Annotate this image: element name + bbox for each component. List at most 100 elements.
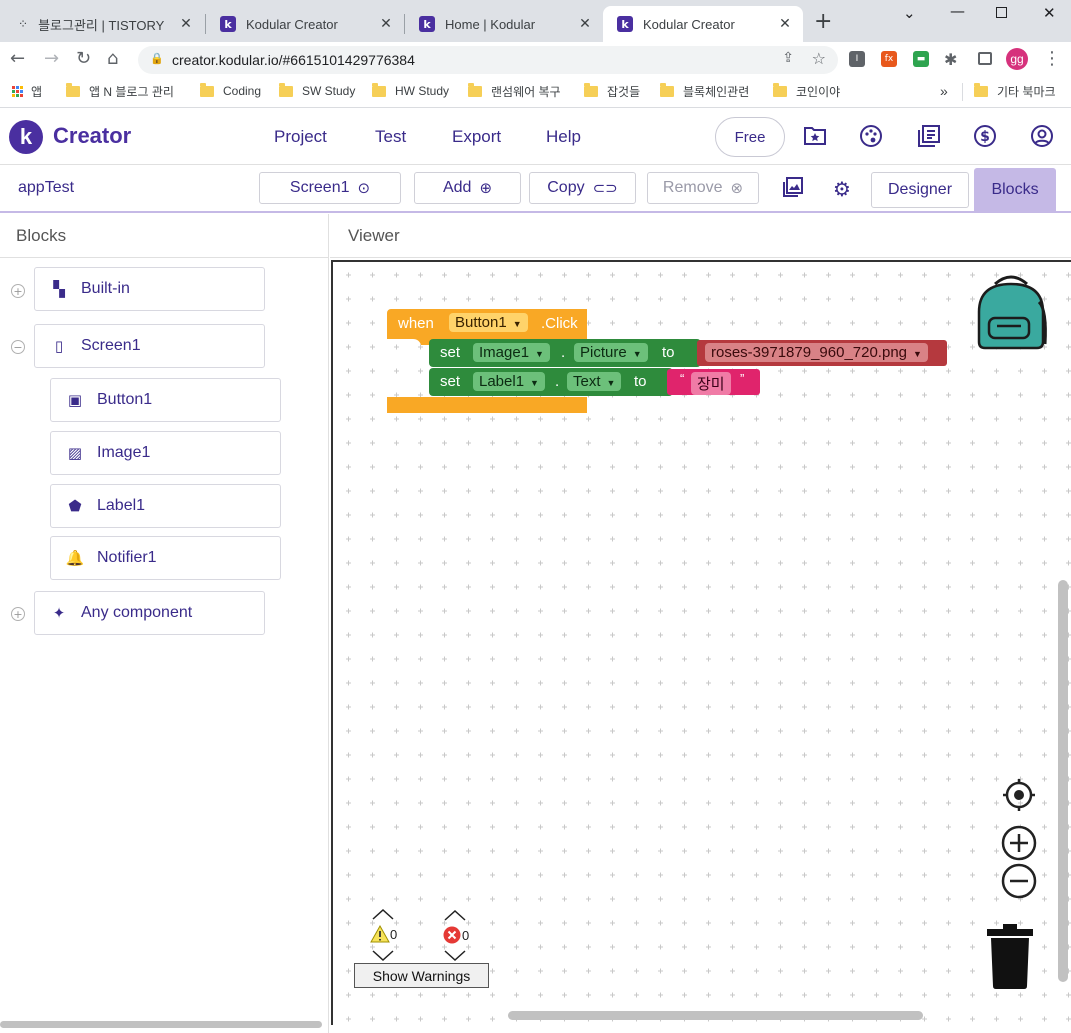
extension-icon[interactable]: ▬ [913, 51, 929, 67]
dropdown-arrow-icon: ▼ [913, 349, 922, 359]
recenter-icon[interactable] [1002, 778, 1036, 812]
share-icon[interactable]: ⇪ [782, 50, 794, 66]
close-icon[interactable]: ✕ [378, 16, 394, 32]
home-icon[interactable]: ⌂ [107, 48, 118, 69]
expand-icon[interactable]: + [11, 284, 25, 298]
menu-export[interactable]: Export [452, 127, 501, 147]
tree-item-built-in[interactable]: ▚ Built-in [34, 267, 265, 311]
profile-avatar[interactable]: gg [1006, 48, 1028, 70]
tree-item-any-component[interactable]: ✦ Any component [34, 591, 265, 635]
event-component-dropdown[interactable]: Button1 ▼ [449, 313, 528, 332]
account-icon[interactable] [1030, 124, 1054, 154]
add-screen-button[interactable]: Add ⊕ [414, 172, 521, 204]
bookmarks-overflow[interactable]: » [940, 81, 948, 101]
gear-icon[interactable]: ⚙ [833, 177, 851, 201]
screen-select[interactable]: Screen1 ⊙ [259, 172, 401, 204]
new-tab-button[interactable]: + [814, 9, 832, 34]
bookmark-star-icon[interactable]: ☆ [812, 49, 826, 68]
bookmark-folder[interactable]: Coding [200, 81, 261, 101]
bookmark-folder[interactable]: SW Study [279, 81, 355, 101]
maximize-icon[interactable] [996, 7, 1007, 18]
setter-property-dropdown[interactable]: Text ▼ [567, 372, 622, 391]
zoom-out-icon[interactable] [1000, 862, 1038, 900]
backpack-icon[interactable] [973, 272, 1049, 352]
warning-prev-icon[interactable] [371, 908, 395, 923]
back-icon[interactable]: ← [10, 48, 25, 69]
address-bar[interactable]: 🔒 creator.kodular.io/#6615101429776384 ⇪… [138, 46, 838, 74]
bookmark-folder[interactable]: HW Study [372, 81, 449, 101]
bookmark-folder[interactable]: 앱 N 블로그 관리 [66, 81, 174, 101]
trash-icon[interactable] [985, 924, 1035, 990]
error-prev-icon[interactable] [443, 908, 467, 925]
workspace-hscrollbar[interactable] [508, 1011, 923, 1020]
bookmark-folder[interactable]: 코인이야 [773, 81, 840, 101]
dropdown-value: Picture [580, 344, 627, 361]
menu-help[interactable]: Help [546, 127, 581, 147]
dropdown-value: roses-3971879_960_720.png [711, 344, 908, 361]
expand-icon[interactable]: + [11, 607, 25, 621]
panel-scrollbar[interactable] [0, 1021, 322, 1028]
bookmark-folder[interactable]: 랜섬웨어 복구 [468, 81, 561, 101]
bookmark-apps[interactable]: 앱 [12, 81, 42, 101]
setter-property-dropdown[interactable]: Picture ▼ [574, 343, 648, 362]
tree-item-button1[interactable]: ▣ Button1 [50, 378, 281, 422]
browser-tab-tistory[interactable]: ⁘ 블로그관리 | TISTORY ✕ [4, 6, 204, 42]
setter-to-label: to [634, 373, 647, 390]
kodular-icon: k [220, 16, 236, 32]
remove-screen-button[interactable]: Remove ⊗ [647, 172, 759, 204]
tree-item-label1[interactable]: ⬟ Label1 [50, 484, 281, 528]
show-warnings-button[interactable]: Show Warnings [354, 963, 489, 988]
forward-icon[interactable]: → [44, 48, 59, 69]
workspace-vscrollbar[interactable] [1058, 580, 1068, 982]
tree-item-image1[interactable]: ▨ Image1 [50, 431, 281, 475]
library-icon[interactable] [917, 124, 941, 154]
menu-project[interactable]: Project [274, 127, 327, 147]
setter-dot: . [561, 344, 566, 361]
kodular-logo[interactable]: k [9, 120, 43, 154]
tab-title: 블로그관리 | TISTORY [38, 17, 165, 33]
setter-component-dropdown[interactable]: Image1 ▼ [473, 343, 550, 362]
folder-icon [660, 82, 674, 97]
reload-icon[interactable]: ↻ [76, 48, 91, 69]
close-icon[interactable]: ✕ [777, 16, 793, 32]
extension-icon[interactable]: I [849, 51, 865, 67]
bookmark-folder[interactable]: 잡것들 [584, 81, 640, 101]
collapse-icon[interactable]: − [11, 340, 25, 354]
close-icon[interactable]: ✕ [577, 16, 593, 32]
bookmark-label: SW Study [302, 84, 356, 98]
extension-icon[interactable]: fx [881, 51, 897, 67]
bookmark-folder[interactable]: 블록체인관련 [660, 81, 749, 101]
image-gallery-icon[interactable] [783, 177, 803, 202]
tree-item-screen1[interactable]: ▯ Screen1 [34, 324, 265, 368]
dollar-icon[interactable]: $ [973, 124, 997, 154]
folder-icon [200, 82, 214, 97]
bookmark-label: HW Study [395, 84, 450, 98]
close-icon[interactable]: ✕ [178, 16, 194, 32]
tree-item-notifier1[interactable]: 🔔 Notifier1 [50, 536, 281, 580]
zoom-in-icon[interactable] [1000, 824, 1038, 862]
viewer-title: Viewer [330, 214, 1071, 258]
warnings-count: 0 [390, 926, 398, 942]
menu-test[interactable]: Test [375, 127, 406, 147]
browser-tab-home-kodular[interactable]: k Home | Kodular ✕ [405, 6, 603, 42]
sidepanel-icon[interactable] [978, 52, 992, 65]
more-menu-icon[interactable]: ⋮ [1043, 48, 1061, 69]
blocks-workspace[interactable]: when Button1 ▼ .Click do set Image1 ▼ . Pi… [331, 260, 1071, 1025]
folder-star-icon[interactable] [803, 124, 827, 152]
folder-icon [468, 82, 482, 97]
window-close-icon[interactable]: ✕ [1043, 4, 1056, 22]
copy-screen-button[interactable]: Copy ⊂⊃ [529, 172, 636, 204]
browser-tab-kodular-creator[interactable]: k Kodular Creator ✕ [206, 6, 404, 42]
browser-tab-active[interactable]: k Kodular Creator ✕ [603, 6, 803, 42]
blocks-button[interactable]: Blocks [974, 168, 1056, 212]
palette-icon[interactable] [859, 124, 883, 154]
other-bookmarks[interactable]: 기타 북마크 [974, 81, 1056, 101]
puzzle-icon[interactable]: ✱ [944, 50, 957, 69]
text-value-field[interactable]: 장미 [691, 372, 731, 395]
designer-button[interactable]: Designer [871, 172, 969, 208]
free-plan-button[interactable]: Free [715, 117, 785, 157]
asset-dropdown[interactable]: roses-3971879_960_720.png ▼ [705, 343, 928, 362]
setter-component-dropdown[interactable]: Label1 ▼ [473, 372, 545, 391]
tab-search-icon[interactable]: ⌄ [903, 4, 916, 22]
minimize-icon[interactable]: — [950, 2, 965, 20]
